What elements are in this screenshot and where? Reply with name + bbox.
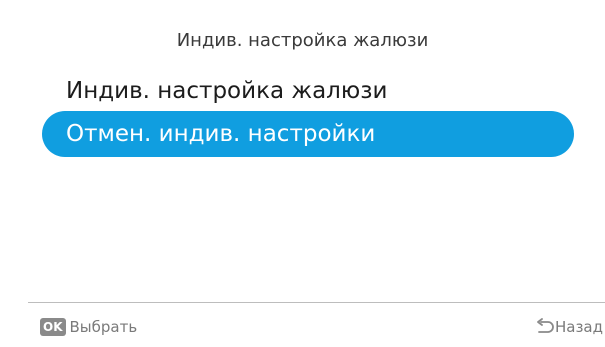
back-label: Назад (554, 318, 603, 336)
menu-item-cancel-individual-settings[interactable]: Отмен. индив. настройки (42, 111, 574, 157)
select-hint[interactable]: OK Выбрать (40, 317, 137, 337)
footer-bar: OK Выбрать Назад (0, 303, 605, 347)
ok-button-icon: OK (40, 318, 66, 336)
page-title: Индив. настройка жалюзи (176, 30, 429, 51)
menu-item-individual-louver-setting[interactable]: Индив. настройка жалюзи (42, 68, 574, 114)
settings-screen: Индив. настройка жалюзи Индив. настройка… (0, 0, 605, 347)
return-arrow-icon (534, 318, 554, 336)
back-button[interactable]: Назад (534, 317, 603, 337)
select-label: Выбрать (69, 318, 138, 336)
menu-item-label: Индив. настройка жалюзи (66, 78, 388, 104)
menu-item-label: Отмен. индив. настройки (66, 121, 376, 147)
